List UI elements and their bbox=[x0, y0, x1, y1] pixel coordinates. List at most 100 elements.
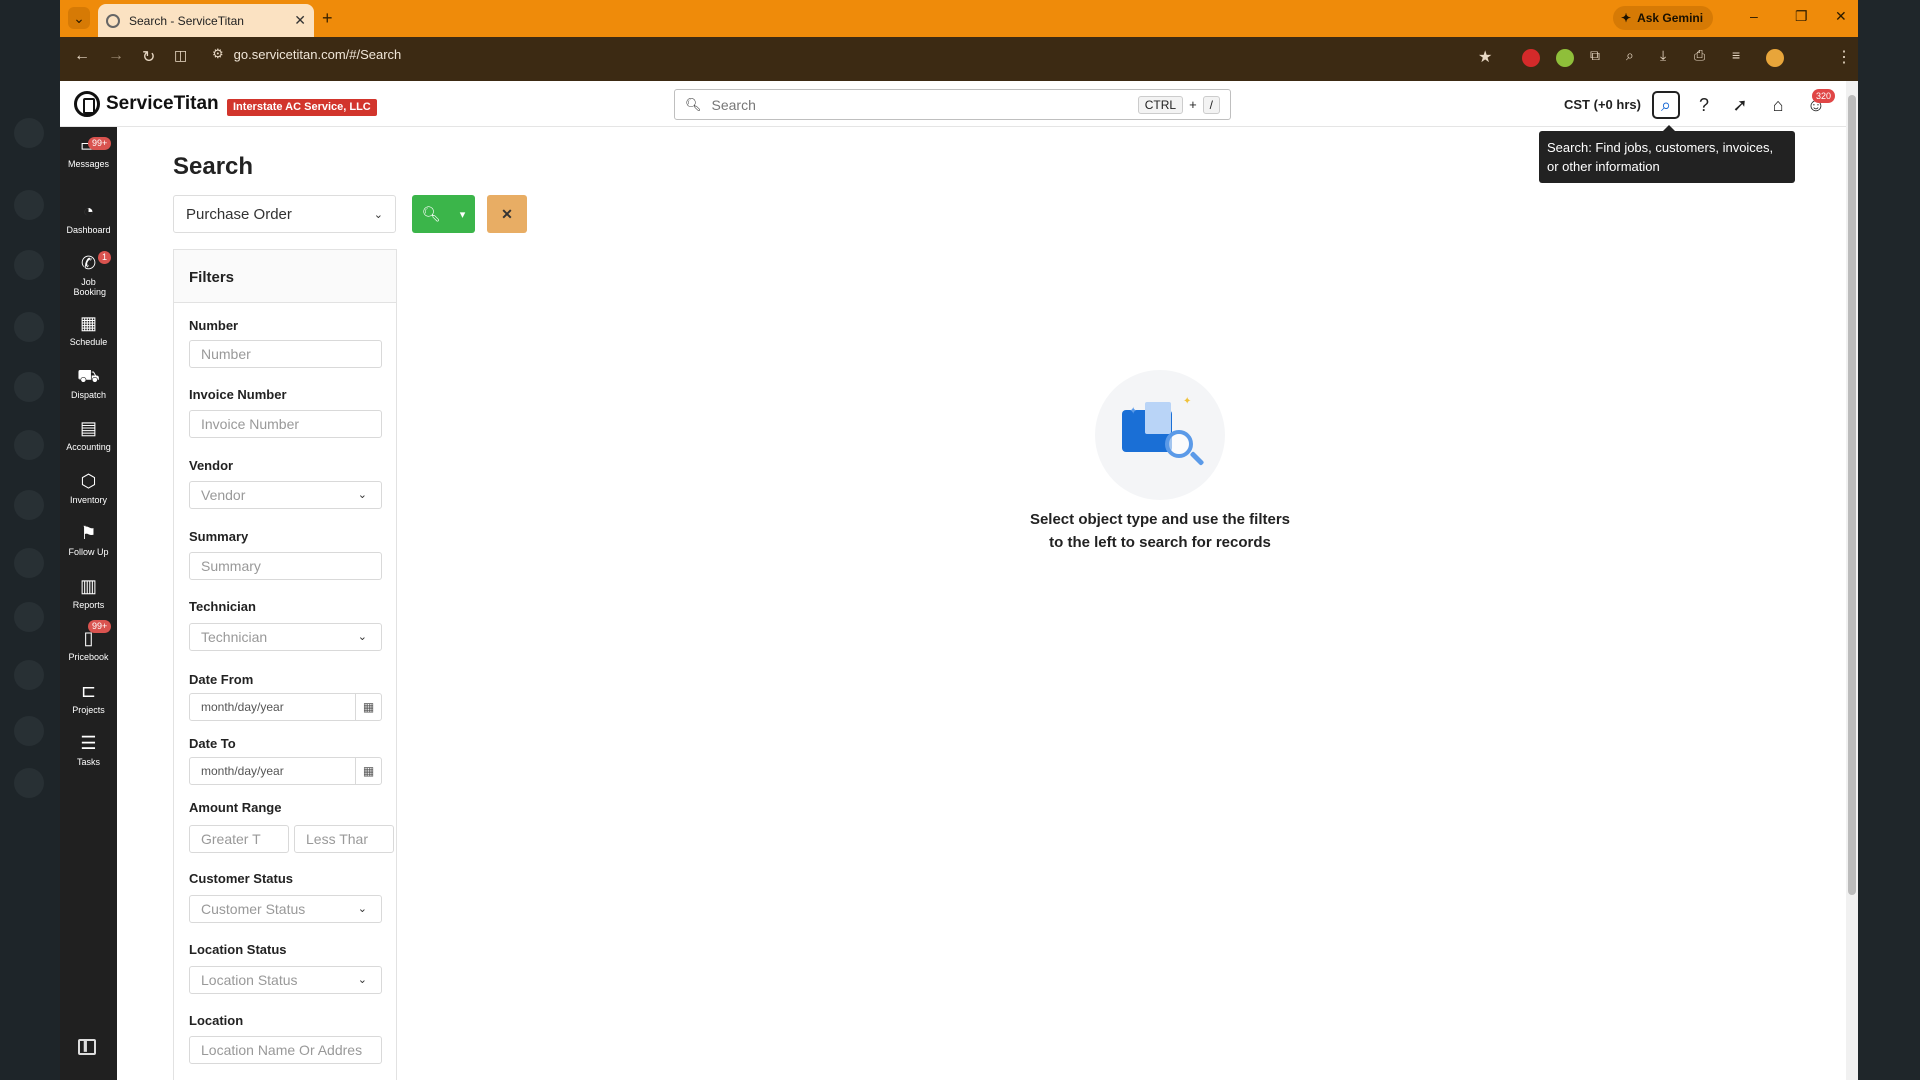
sparkle-icon: ✦ bbox=[1621, 11, 1632, 25]
servicetitan-app: ServiceTitan Interstate AC Service, LLC … bbox=[60, 81, 1846, 1080]
calendar-icon[interactable]: ▦ bbox=[355, 694, 381, 720]
page-scrollbar[interactable] bbox=[1846, 81, 1858, 1080]
tab-title: Search - ServiceTitan bbox=[129, 13, 244, 28]
amount-max-input[interactable]: Less Thar bbox=[294, 825, 394, 853]
tab-search-icon[interactable]: ⌕ bbox=[1626, 47, 1634, 64]
customer-status-select[interactable]: Customer Status ⌄ bbox=[189, 895, 382, 923]
background-icon bbox=[14, 490, 44, 520]
print-icon[interactable]: ⎙ bbox=[1694, 47, 1705, 64]
vendor-placeholder: Vendor bbox=[201, 487, 246, 503]
background-icon bbox=[14, 190, 44, 220]
background-icon bbox=[14, 548, 44, 578]
empty-state-illustration: ✦ ✦ bbox=[1095, 370, 1225, 500]
sidebar-item-inventory[interactable]: ⬡ Inventory bbox=[60, 465, 117, 515]
sidebar-item-label: Projects bbox=[72, 705, 105, 715]
sidebar-item-dashboard[interactable]: ◔ Dashboard bbox=[60, 195, 117, 245]
global-search-input[interactable]: 🔍︎ Search CTRL + / bbox=[674, 89, 1231, 120]
chevron-down-icon: ⌄ bbox=[357, 489, 367, 501]
number-input[interactable]: Number bbox=[189, 340, 382, 368]
help-icon[interactable]: ? bbox=[1690, 91, 1718, 119]
location-input[interactable]: Location Name Or Addres bbox=[189, 1036, 382, 1064]
background-icon bbox=[14, 312, 44, 342]
clear-button[interactable]: ✕ bbox=[487, 195, 527, 233]
profile-avatar-icon[interactable] bbox=[1766, 49, 1784, 67]
search-records-icon[interactable]: ⌕ bbox=[1652, 91, 1680, 119]
technician-select[interactable]: Technician ⌄ bbox=[189, 623, 382, 651]
sparkle-icon: ✦ bbox=[1183, 396, 1192, 407]
back-icon[interactable]: ← bbox=[74, 47, 90, 65]
shortcut-plus: + bbox=[1189, 97, 1197, 112]
address-bar[interactable]: ⚙ go.servicetitan.com/#/Search bbox=[212, 46, 401, 62]
sidebar-item-follow-up[interactable]: ⚑ Follow Up bbox=[60, 517, 117, 567]
split-view-icon[interactable]: ◫ bbox=[174, 47, 187, 64]
titan-logo-icon bbox=[74, 91, 100, 117]
date-from-input[interactable]: month/day/year ▦ bbox=[189, 693, 382, 721]
gauge-icon: ◔ bbox=[83, 201, 94, 221]
date-to-input[interactable]: month/day/year ▦ bbox=[189, 757, 382, 785]
timezone-label[interactable]: CST (+0 hrs) bbox=[1564, 97, 1641, 112]
date-to-placeholder: month/day/year bbox=[201, 764, 284, 778]
ask-gemini-button[interactable]: ✦ Ask Gemini bbox=[1613, 6, 1714, 30]
browser-tab[interactable]: Search - ServiceTitan ✕ bbox=[98, 4, 314, 37]
sidebar-item-pricebook[interactable]: ▯ Pricebook 99+ bbox=[60, 620, 117, 672]
rocket-icon[interactable]: ➚ bbox=[1726, 91, 1754, 119]
extensions-puzzle-icon[interactable]: ⧉ bbox=[1590, 47, 1600, 64]
object-type-value: Purchase Order bbox=[186, 205, 292, 223]
sidebar-item-dispatch[interactable]: ⛟ Dispatch bbox=[60, 360, 117, 410]
new-tab-button[interactable]: + bbox=[322, 8, 333, 29]
browser-toolbar: ← → ↻ ◫ ⚙ go.servicetitan.com/#/Search ★… bbox=[60, 37, 1858, 81]
minimize-button[interactable]: – bbox=[1750, 8, 1758, 24]
location-status-select[interactable]: Location Status ⌄ bbox=[189, 966, 382, 994]
calendar-icon[interactable]: ▦ bbox=[355, 758, 381, 784]
sidebar-item-projects[interactable]: ⊏ Projects bbox=[60, 675, 117, 725]
url-text: go.servicetitan.com/#/Search bbox=[233, 46, 402, 62]
background-app-left bbox=[0, 0, 60, 1080]
sidebar-item-job-booking[interactable]: ✆ Job Booking 1 bbox=[60, 247, 117, 303]
amount-min-input[interactable]: Greater T bbox=[189, 825, 289, 853]
messages-badge: 99+ bbox=[88, 137, 112, 150]
tab-search-button[interactable]: ⌄ bbox=[68, 7, 90, 29]
company-badge: Interstate AC Service, LLC bbox=[227, 99, 377, 116]
pdf-extension-icon[interactable] bbox=[1522, 49, 1540, 67]
servicetitan-logo[interactable]: ServiceTitan bbox=[74, 91, 219, 117]
invoice-number-input[interactable]: Invoice Number bbox=[189, 410, 382, 438]
restore-button[interactable]: ❐ bbox=[1795, 8, 1808, 25]
summary-input[interactable]: Summary bbox=[189, 552, 382, 580]
clipboard-icon: ▤ bbox=[79, 418, 97, 438]
background-icon bbox=[14, 602, 44, 632]
customer-status-label: Customer Status bbox=[189, 871, 294, 886]
sidebar-item-reports[interactable]: ▥ Reports bbox=[60, 570, 117, 620]
browser-window: ⌄ Search - ServiceTitan ✕ + ✦ Ask Gemini… bbox=[60, 0, 1858, 1080]
sidebar-item-schedule[interactable]: ▦ Schedule bbox=[60, 307, 117, 357]
reload-icon[interactable]: ↻ bbox=[142, 47, 155, 67]
search-button[interactable]: 🔍︎ ▾ bbox=[412, 195, 475, 233]
site-info-icon[interactable]: ⚙ bbox=[212, 46, 224, 62]
object-type-select[interactable]: Purchase Order ⌄ bbox=[173, 195, 396, 233]
sidebar-item-accounting[interactable]: ▤ Accounting bbox=[60, 412, 117, 462]
caret-down-icon[interactable]: ▾ bbox=[450, 208, 475, 221]
box-icon: ⬡ bbox=[80, 471, 97, 491]
logo-text: ServiceTitan bbox=[106, 93, 219, 114]
tab-close-icon[interactable]: ✕ bbox=[294, 12, 306, 29]
vendor-select[interactable]: Vendor ⌄ bbox=[189, 481, 382, 509]
forward-icon[interactable]: → bbox=[108, 47, 124, 65]
extension-icon[interactable] bbox=[1556, 49, 1574, 67]
bookmark-star-icon[interactable]: ★ bbox=[1478, 47, 1492, 67]
summary-label: Summary bbox=[189, 529, 249, 544]
collapse-sidebar-icon[interactable]: ▌ bbox=[78, 1039, 96, 1055]
sidebar-item-label: Tasks bbox=[76, 757, 100, 767]
sidebar-item-label: Dashboard bbox=[66, 225, 111, 235]
sidebar-item-tasks[interactable]: ☰ Tasks bbox=[60, 727, 117, 777]
close-window-button[interactable]: ✕ bbox=[1835, 8, 1847, 25]
scrollbar-thumb[interactable] bbox=[1848, 95, 1856, 895]
app-header: ServiceTitan Interstate AC Service, LLC … bbox=[60, 81, 1846, 127]
customer-status-placeholder: Customer Status bbox=[201, 901, 306, 917]
sidebar-item-messages[interactable]: ▭ Messages 99+ bbox=[60, 129, 117, 179]
tab-bar: ⌄ Search - ServiceTitan ✕ + ✦ Ask Gemini… bbox=[60, 0, 1858, 37]
background-icon bbox=[14, 250, 44, 280]
flag-icon: ⚑ bbox=[80, 523, 97, 543]
media-icon[interactable]: ≡ bbox=[1732, 47, 1740, 63]
download-icon[interactable]: ⤓ bbox=[1660, 47, 1666, 64]
marketplace-icon[interactable]: ⌂ bbox=[1764, 91, 1792, 119]
browser-menu-icon[interactable]: ⋮ bbox=[1836, 47, 1852, 67]
